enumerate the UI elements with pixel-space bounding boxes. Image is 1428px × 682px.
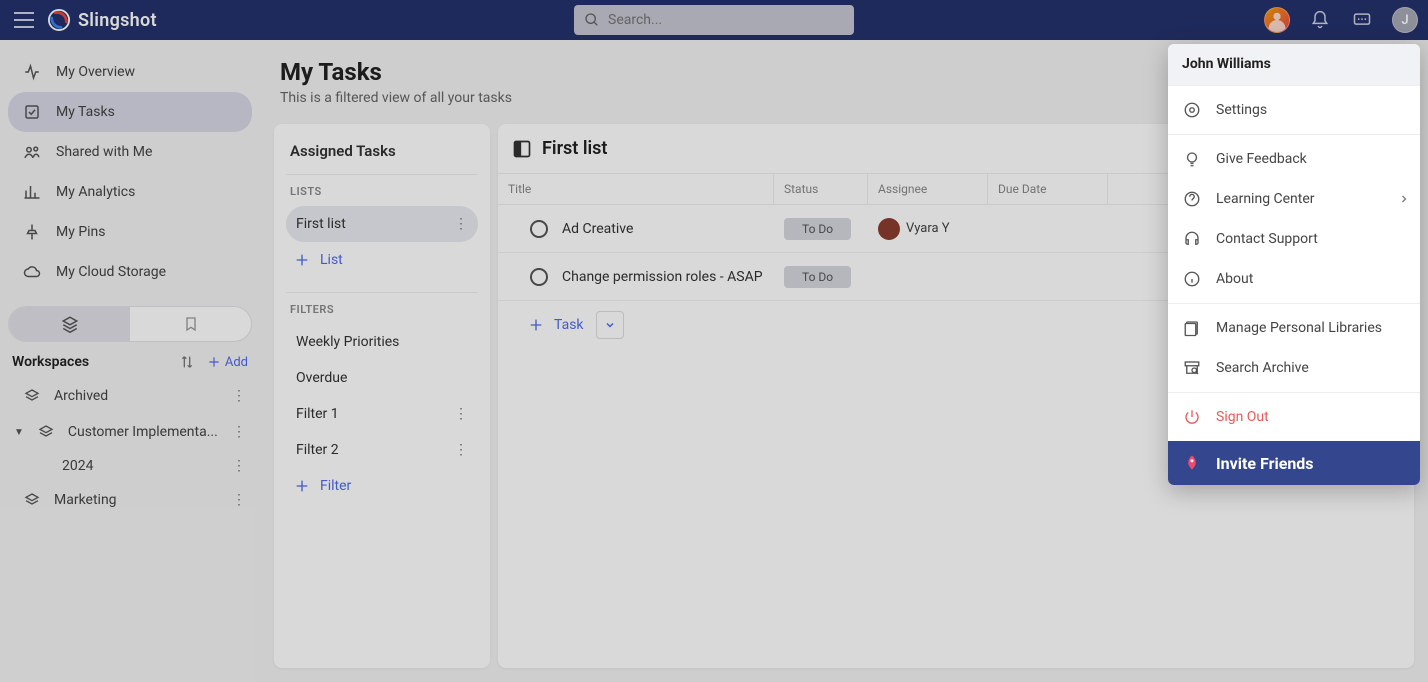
menu-label: Manage Personal Libraries xyxy=(1216,320,1382,336)
menu-label: Learning Center xyxy=(1216,191,1315,207)
menu-label: Settings xyxy=(1216,102,1267,118)
menu-label: Contact Support xyxy=(1216,231,1318,247)
menu-label: Search Archive xyxy=(1216,360,1309,376)
bulb-icon xyxy=(1182,149,1202,169)
menu-support[interactable]: Contact Support xyxy=(1168,219,1420,259)
library-icon xyxy=(1182,318,1202,338)
menu-label: Invite Friends xyxy=(1216,454,1314,473)
menu-signout[interactable]: Sign Out xyxy=(1168,397,1420,437)
menu-label: Give Feedback xyxy=(1216,151,1307,167)
menu-label: Sign Out xyxy=(1216,409,1269,425)
info-icon xyxy=(1182,269,1202,289)
archive-search-icon xyxy=(1182,358,1202,378)
menu-about[interactable]: About xyxy=(1168,259,1420,299)
help-icon xyxy=(1182,189,1202,209)
gear-icon xyxy=(1182,100,1202,120)
menu-invite-friends[interactable]: Invite Friends xyxy=(1168,441,1420,485)
menu-search-archive[interactable]: Search Archive xyxy=(1168,348,1420,388)
rocket-icon xyxy=(1182,453,1202,473)
dropdown-header: John Williams xyxy=(1168,44,1420,85)
menu-learning[interactable]: Learning Center xyxy=(1168,179,1420,219)
profile-dropdown: John Williams Settings Give Feedback Lea… xyxy=(1168,44,1420,485)
power-icon xyxy=(1182,407,1202,427)
menu-feedback[interactable]: Give Feedback xyxy=(1168,139,1420,179)
menu-manage-libraries[interactable]: Manage Personal Libraries xyxy=(1168,308,1420,348)
menu-settings[interactable]: Settings xyxy=(1168,90,1420,130)
dropdown-user-name: John Williams xyxy=(1182,56,1406,72)
chevron-right-icon xyxy=(1398,193,1410,205)
headset-icon xyxy=(1182,229,1202,249)
menu-label: About xyxy=(1216,271,1253,287)
